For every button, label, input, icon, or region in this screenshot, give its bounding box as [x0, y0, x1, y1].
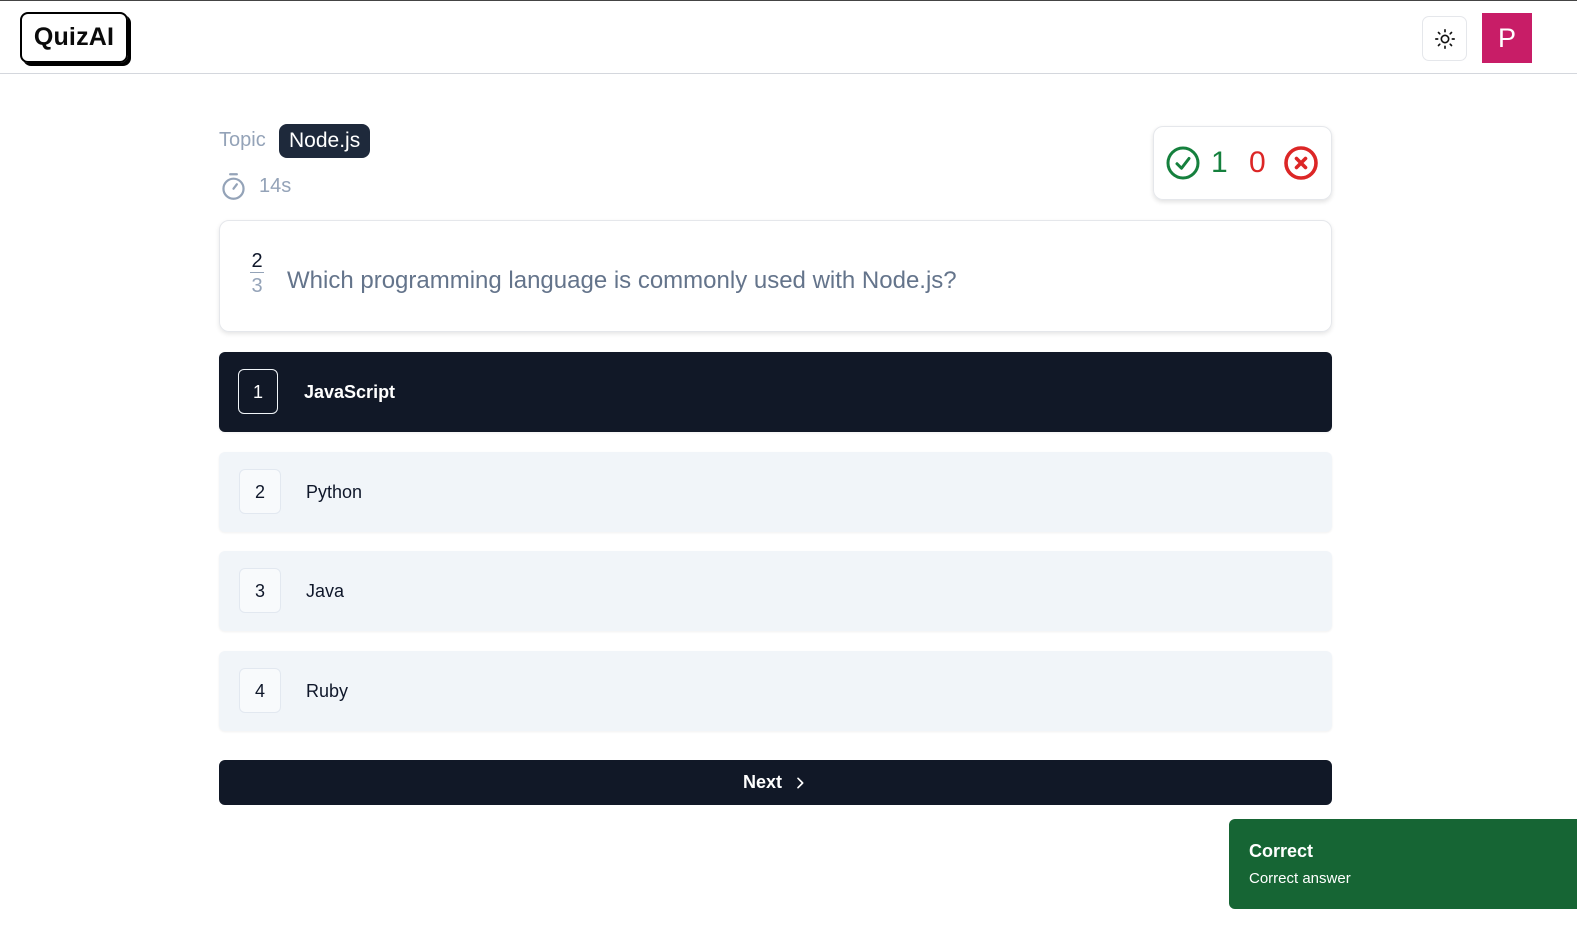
answer-option-2[interactable]: 2 Python [219, 452, 1332, 532]
toast-title: Correct [1249, 841, 1314, 861]
answer-option-4[interactable]: 4 Ruby [219, 651, 1332, 731]
user-avatar[interactable]: P [1482, 13, 1532, 63]
result-toast[interactable]: Correct Correct answer [1229, 819, 1577, 909]
question-number: 2 [250, 250, 264, 273]
quiz-timer: 14s [220, 172, 291, 201]
option-label: JavaScript [304, 382, 396, 402]
option-number: 1 [238, 369, 278, 414]
toast-description: Correct answer [1249, 870, 1351, 887]
score-card: 1 0 [1153, 126, 1332, 200]
sun-icon [1434, 28, 1455, 49]
question-text: Which programming language is commonly u… [287, 267, 957, 294]
theme-toggle-button[interactable] [1422, 16, 1467, 61]
correct-count: 1 [1211, 146, 1228, 179]
option-label: Python [306, 482, 363, 502]
option-number: 4 [239, 668, 281, 713]
answer-option-1[interactable]: 1 JavaScript [219, 352, 1332, 432]
timer-value: 14s [259, 175, 292, 197]
chevron-right-icon [797, 777, 804, 788]
topic-badge: Node.js [279, 124, 371, 158]
option-number: 3 [239, 568, 281, 613]
topic-label: Topic [219, 129, 266, 151]
stopwatch-icon [222, 173, 245, 200]
top-navbar: QuizAI P [0, 0, 1577, 74]
option-label: Java [306, 581, 345, 601]
next-label: Next [742, 772, 782, 792]
question-card: 2 3 Which programming language is common… [219, 220, 1332, 332]
option-number: 2 [239, 469, 281, 514]
question-total: 3 [251, 275, 263, 297]
option-label: Ruby [306, 681, 349, 701]
wrong-count: 0 [1249, 146, 1266, 179]
answer-option-3[interactable]: 3 Java [219, 551, 1332, 631]
x-circle-icon [1284, 146, 1318, 180]
check-circle-icon [1166, 146, 1200, 180]
question-progress: 2 3 [250, 250, 264, 299]
app-logo[interactable]: QuizAI [20, 12, 128, 63]
next-button[interactable]: Next [219, 760, 1332, 805]
